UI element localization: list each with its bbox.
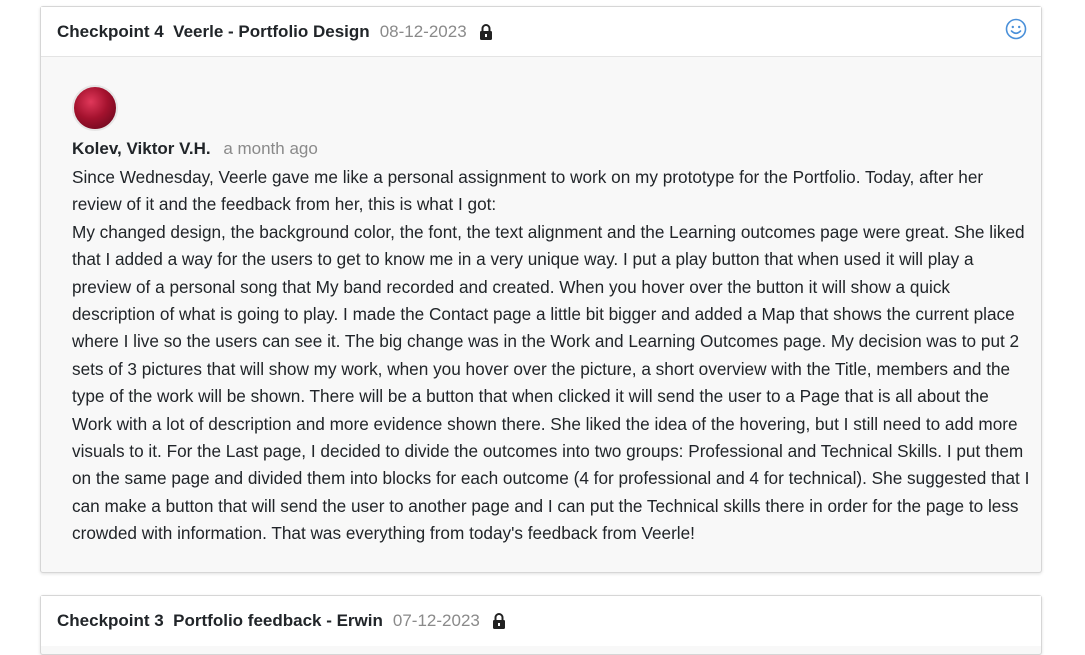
comment-time: a month ago <box>223 139 318 158</box>
comment-meta: Kolev, Viktor V.H. a month ago <box>72 137 1025 161</box>
checkpoint-body: Kolev, Viktor V.H. a month ago Since Wed… <box>41 57 1041 548</box>
checkpoint-header[interactable]: Checkpoint 3 Portfolio feedback - Erwin … <box>41 596 1041 646</box>
checkpoint-title: Checkpoint 3 Portfolio feedback - Erwin <box>57 611 383 630</box>
comment-author: Kolev, Viktor V.H. <box>72 139 211 158</box>
lock-icon <box>492 613 506 629</box>
checkpoint-date: 08-12-2023 <box>379 21 467 41</box>
checkpoint-card: Checkpoint 3 Portfolio feedback - Erwin … <box>40 595 1042 655</box>
checkpoint-date: 07-12-2023 <box>392 611 480 630</box>
avatar[interactable] <box>72 85 118 131</box>
lock-icon <box>479 23 493 40</box>
checkpoint-header[interactable]: Checkpoint 4 Veerle - Portfolio Design 0… <box>41 7 1041 57</box>
comment-text: Since Wednesday, Veerle gave me like a p… <box>72 164 1032 548</box>
comment-paragraph: My changed design, the background color,… <box>72 221 1030 544</box>
checkpoint-title: Checkpoint 4 Veerle - Portfolio Design <box>57 21 370 41</box>
checkpoint-card: Checkpoint 4 Veerle - Portfolio Design 0… <box>40 6 1042 573</box>
smiley-icon[interactable] <box>1005 18 1027 45</box>
comment-paragraph: Since Wednesday, Veerle gave me like a p… <box>72 167 984 215</box>
